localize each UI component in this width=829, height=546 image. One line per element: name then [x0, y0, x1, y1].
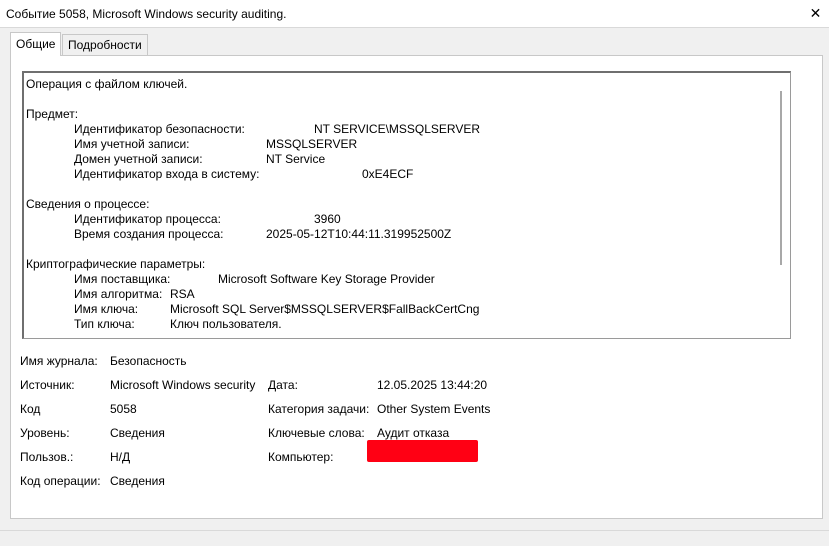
code-label: Код [20, 402, 41, 416]
opcode-value: Сведения [110, 474, 165, 488]
log-name-label: Имя журнала: [20, 354, 98, 368]
tab-details[interactable]: Подробности [62, 34, 148, 55]
event-description-box[interactable]: Операция с файлом ключей. Предмет: Идентиф… [22, 71, 791, 339]
log-name-value: Безопасность [110, 354, 187, 368]
source-label: Источник: [20, 378, 75, 392]
level-label: Уровень: [20, 426, 70, 440]
computer-label: Компьютер: [268, 450, 334, 464]
task-category-label: Категория задачи: [268, 402, 370, 416]
opcode-label: Код операции: [20, 474, 101, 488]
close-icon[interactable]: ✕ [802, 0, 829, 27]
keywords-value: Аудит отказа [377, 426, 450, 440]
window-title: Событие 5058, Microsoft Windows security… [6, 7, 287, 21]
user-value: Н/Д [110, 450, 131, 464]
description-scrollbar[interactable] [780, 91, 782, 265]
source-value: Microsoft Windows security [110, 378, 256, 392]
keywords-label: Ключевые слова: [268, 426, 365, 440]
computer-redaction [367, 440, 478, 462]
tab-general[interactable]: Общие [10, 32, 62, 56]
user-label: Пользов.: [20, 450, 74, 464]
code-value: 5058 [110, 402, 137, 416]
bottom-bar [0, 530, 829, 546]
task-category-value: Other System Events [377, 402, 491, 416]
title-bar: Событие 5058, Microsoft Windows security… [0, 0, 829, 28]
level-value: Сведения [110, 426, 165, 440]
date-value: 12.05.2025 13:44:20 [377, 378, 488, 392]
date-label: Дата: [268, 378, 298, 392]
